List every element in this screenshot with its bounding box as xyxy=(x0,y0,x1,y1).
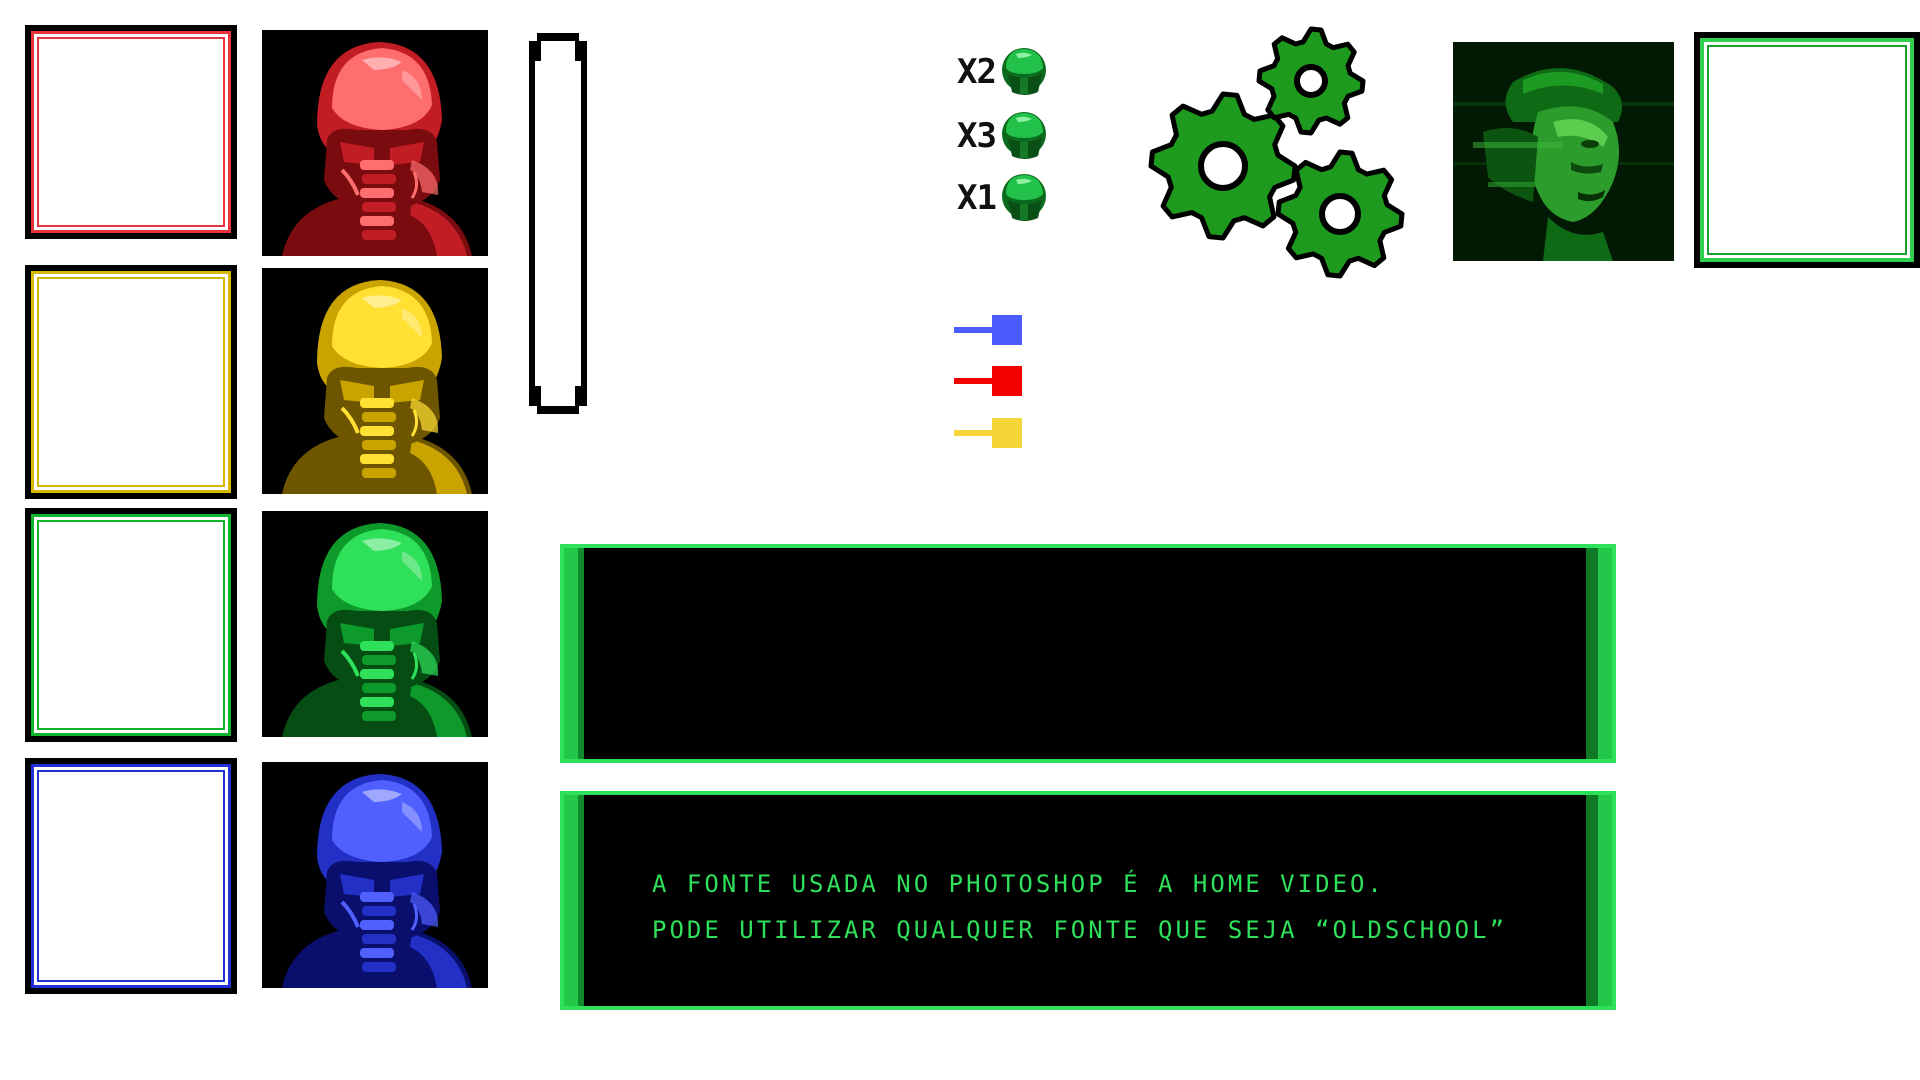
vertical-gauge-bar xyxy=(529,33,587,414)
pilot-helmet-icon xyxy=(262,762,488,988)
player-slot-blue xyxy=(31,764,231,988)
pilot-portrait-red xyxy=(262,30,488,256)
pilot-helmet-icon xyxy=(262,30,488,256)
dialog-text: A FONTE USADA NO PHOTOSHOP É A HOME VIDE… xyxy=(652,861,1507,953)
pilot-portrait-yellow xyxy=(262,268,488,494)
player-frame-yellow[interactable] xyxy=(25,265,237,499)
player-frame-green[interactable] xyxy=(25,508,237,742)
lives-count-label: X2 xyxy=(957,52,997,92)
dialog-line-2: PODE UTILIZAR QUALQUER FONTE QUE SEJA “O… xyxy=(652,916,1508,944)
radio-operator-portrait xyxy=(1453,42,1674,261)
player-slot-green xyxy=(31,514,231,736)
pilot-head-icon xyxy=(1002,112,1046,159)
plug-icon-red xyxy=(954,366,1022,396)
operator-face-icon xyxy=(1453,42,1674,261)
dialog-box-bottom: A FONTE USADA NO PHOTOSHOP É A HOME VIDE… xyxy=(560,791,1616,1010)
lives-row: X2 xyxy=(940,44,1050,100)
communication-slot xyxy=(1700,38,1914,262)
pilot-portrait-blue xyxy=(262,762,488,988)
dialog-box-top xyxy=(560,544,1616,763)
lives-count-label: X1 xyxy=(957,178,997,218)
plug-icon-blue xyxy=(954,315,1022,345)
pilot-helmet-icon xyxy=(262,511,488,737)
lives-row: X1 xyxy=(940,170,1050,226)
player-slot-yellow xyxy=(31,271,231,493)
lives-row: X3 xyxy=(940,108,1050,164)
plug-icon-yellow xyxy=(954,418,1022,448)
pilot-portrait-green xyxy=(262,511,488,737)
pilot-helmet-icon xyxy=(262,268,488,494)
player-frame-red[interactable] xyxy=(25,25,237,239)
player-frame-blue[interactable] xyxy=(25,758,237,994)
lives-count-label: X3 xyxy=(957,116,997,156)
dialog-line-1: A FONTE USADA NO PHOTOSHOP É A HOME VIDE… xyxy=(652,870,1385,898)
player-slot-red xyxy=(31,31,231,233)
pilot-head-icon xyxy=(1002,48,1046,95)
communication-frame[interactable] xyxy=(1694,32,1920,268)
pilot-head-icon xyxy=(1002,174,1046,221)
gear-icon[interactable] xyxy=(1148,26,1408,282)
